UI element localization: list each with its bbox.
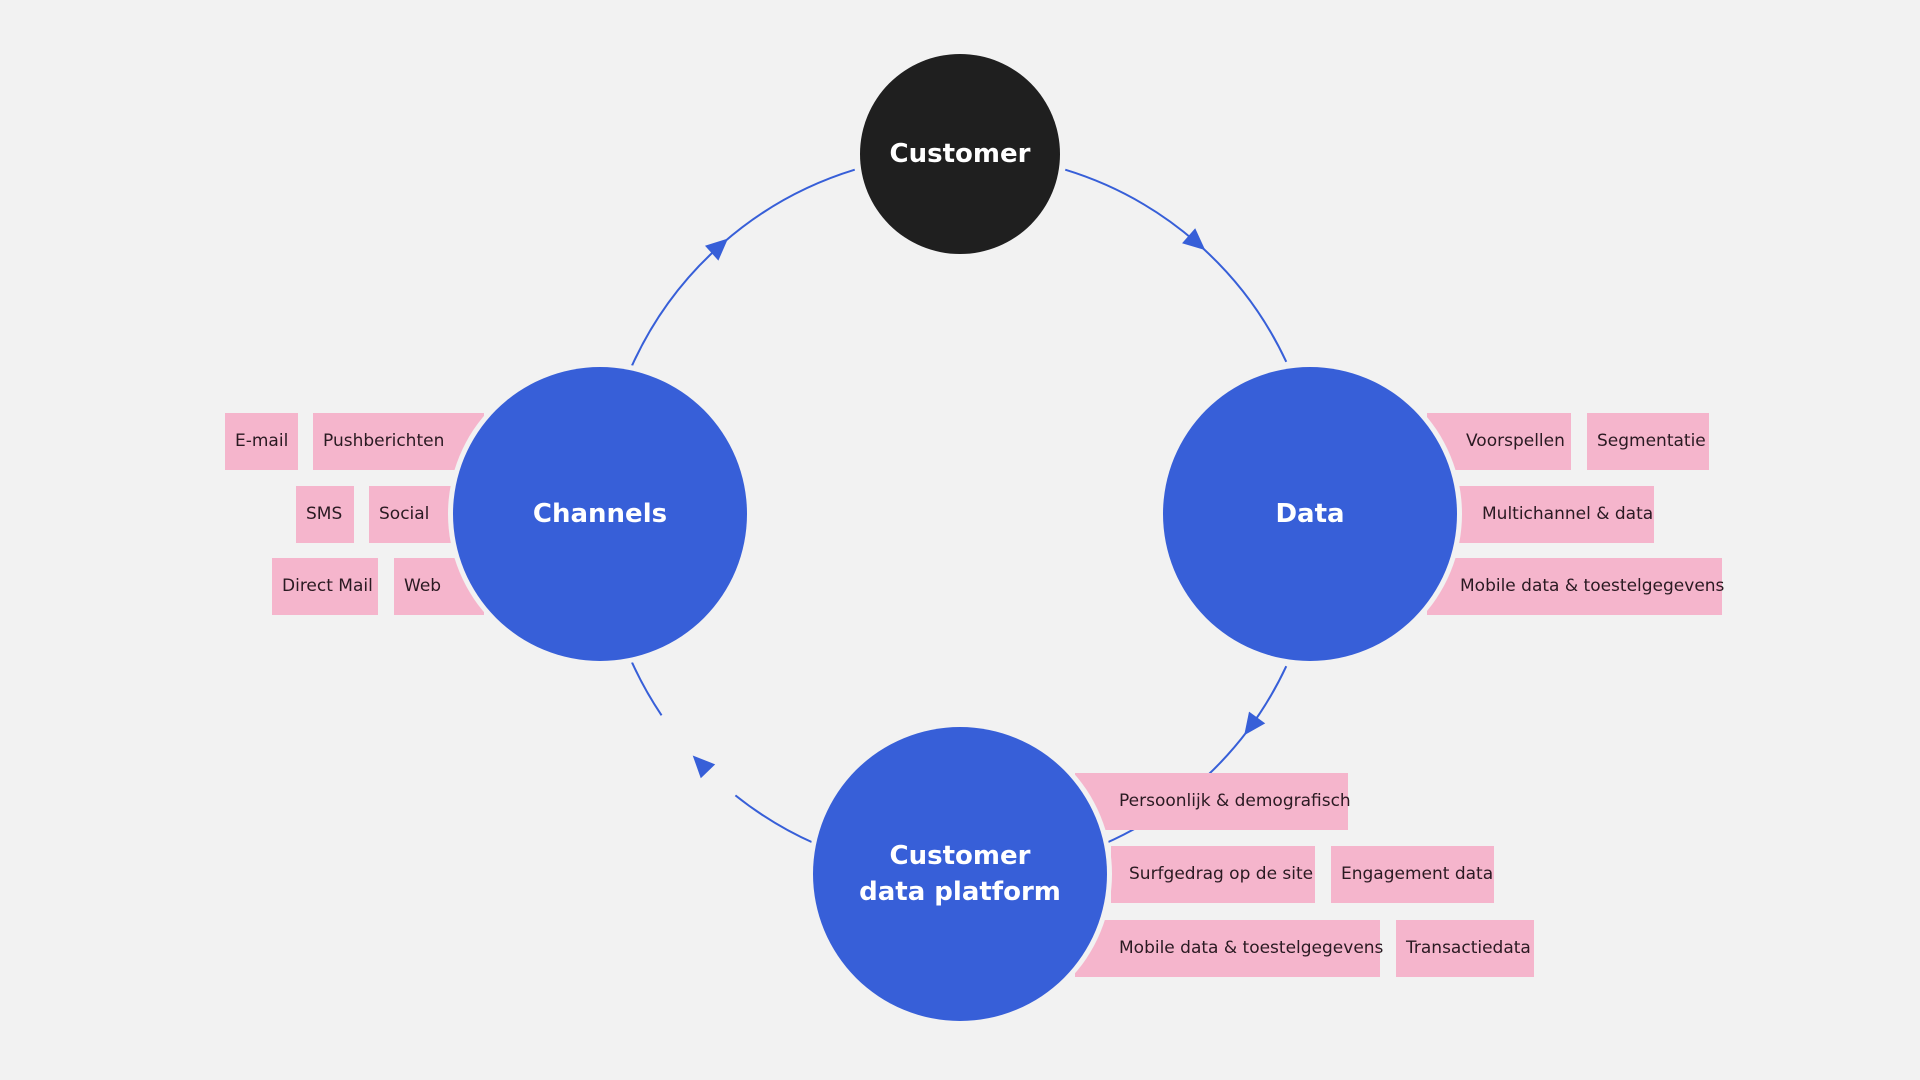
tag-segmentatie: Segmentatie xyxy=(1587,413,1709,470)
tag-pushberichten: Pushberichten xyxy=(313,413,484,470)
customer-node: Customer xyxy=(860,54,1060,254)
tag-direct-mail: Direct Mail xyxy=(272,558,378,615)
tag-social: Social xyxy=(369,486,453,543)
tag-persoonlijk-demografisch: Persoonlijk & demografisch xyxy=(1075,773,1351,830)
cdp-label-line2: data platform xyxy=(859,877,1061,907)
cdp-node: Customer data platform xyxy=(813,727,1107,1021)
cdp-label-line1: Customer xyxy=(889,841,1031,871)
tag-cdp-mobile-data: Mobile data & toestelgegevens xyxy=(1075,920,1383,977)
customer-label: Customer xyxy=(889,139,1031,169)
data-node: Data xyxy=(1163,367,1457,661)
tag-transactiedata: Transactiedata xyxy=(1396,920,1534,977)
flow-arrow-icon xyxy=(1244,711,1266,736)
data-label: Data xyxy=(1275,499,1345,529)
channels-label: Channels xyxy=(532,499,668,529)
tag-mobile-data: Mobile data & toestelgegevens xyxy=(1427,558,1724,615)
tag-multichannel-data: Multichannel & data xyxy=(1457,486,1654,543)
tag-sms: SMS xyxy=(296,486,354,543)
tag-voorspellen: Voorspellen xyxy=(1427,413,1571,470)
tag-surfgedrag: Surfgedrag op de site xyxy=(1111,846,1315,903)
tag-engagement-data: Engagement data xyxy=(1331,846,1494,903)
channels-node: Channels xyxy=(453,367,747,661)
flow-arrow-icon xyxy=(692,755,716,779)
tag-email: E-mail xyxy=(225,413,298,470)
arc-customer-to-data xyxy=(1064,168,1288,363)
cdp-label: Customer data platform xyxy=(859,838,1061,910)
arc-channels-to-customer xyxy=(631,168,856,366)
